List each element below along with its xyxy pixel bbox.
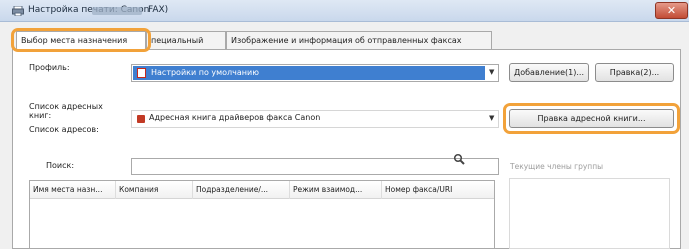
- profile-selection: Настройки по умолчанию: [133, 66, 485, 80]
- profile-label: Профиль:: [29, 63, 70, 72]
- search-label: Поиск:: [46, 161, 75, 170]
- title-redacted-model: [92, 7, 142, 15]
- address-list-header: Имя места назн... Компания Подразделение…: [30, 181, 494, 199]
- close-icon: ✕: [666, 4, 677, 17]
- address-book-list-label: Список адресных книг:: [29, 102, 103, 120]
- tab-special[interactable]: пециальный: [146, 31, 226, 49]
- profile-dropdown[interactable]: Настройки по умолчанию ▼: [131, 64, 499, 82]
- address-list-label: Список адресов:: [29, 125, 99, 134]
- window-title-suffix: FAX): [148, 5, 169, 15]
- add-profile-button[interactable]: Добавление(1)...: [509, 63, 589, 82]
- dropdown-arrow-icon: ▼: [489, 114, 495, 122]
- column-header-department[interactable]: Подразделение/...: [193, 181, 290, 199]
- close-button[interactable]: ✕: [655, 2, 688, 19]
- edit-profile-button[interactable]: Правка(2)...: [595, 63, 674, 82]
- profile-selected-value: Настройки по умолчанию: [151, 68, 259, 77]
- column-header-fax-number[interactable]: Номер факса/URI: [382, 181, 494, 199]
- column-header-company[interactable]: Компания: [116, 181, 193, 199]
- address-list[interactable]: Имя места назн... Компания Подразделение…: [29, 180, 495, 249]
- profile-icon: [137, 68, 146, 78]
- column-header-destination[interactable]: Имя места назн...: [30, 181, 116, 199]
- printer-fax-icon: [12, 5, 24, 17]
- column-header-mode[interactable]: Режим взаимод...: [290, 181, 382, 199]
- address-book-icon: [137, 115, 145, 123]
- search-input[interactable]: [131, 158, 499, 175]
- group-members-label: Текущие члены группы: [510, 162, 604, 171]
- group-members-list[interactable]: [509, 178, 670, 249]
- title-bar: Настройка печати: Canon FAX) ✕: [0, 0, 689, 22]
- highlight-button-callout: [503, 103, 680, 134]
- magnifier-icon[interactable]: [453, 153, 465, 167]
- tab-images-info[interactable]: Изображение и информация об отправленных…: [226, 31, 492, 49]
- dropdown-arrow-icon: ▼: [489, 68, 495, 76]
- highlight-tab-callout: [11, 28, 151, 52]
- address-book-dropdown[interactable]: Адресная книга драйверов факса Canon ▼: [131, 110, 499, 128]
- address-book-selected-value: Адресная книга драйверов факса Canon: [149, 113, 321, 122]
